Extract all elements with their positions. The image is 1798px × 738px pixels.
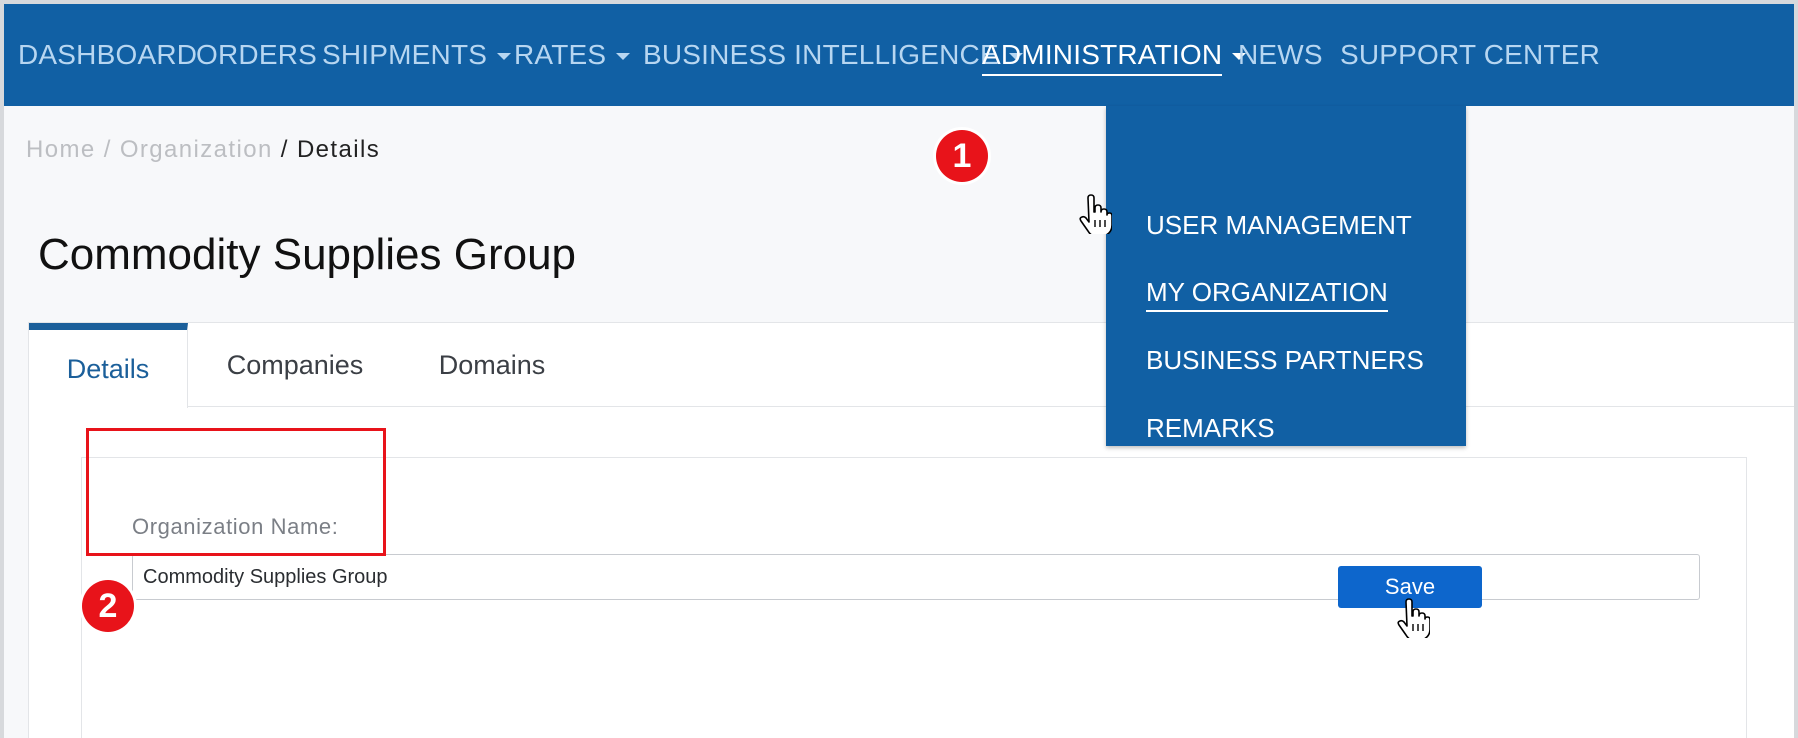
breadcrumb-current: Details [296, 136, 381, 163]
menu-item-label: REMARKS [1146, 412, 1275, 443]
nav-item-support-center[interactable]: SUPPORT CENTER [1340, 4, 1600, 106]
nav-label: ADMINISTRATION [982, 39, 1223, 76]
breadcrumb-separator: / [272, 136, 297, 163]
breadcrumb: Home / Organization / Details [26, 136, 380, 164]
nav-label: DASHBOARD [18, 39, 198, 70]
menu-item-documents-setup[interactable]: DOCUMENTS SETUP [1146, 476, 1407, 516]
menu-item-label: BUSINESS PARTNERS [1146, 344, 1424, 375]
hand-pointer-icon [1397, 598, 1430, 638]
tab-details[interactable]: Details [29, 323, 188, 408]
menu-item-label: USER MANAGEMENT [1146, 209, 1412, 240]
breadcrumb-separator: / [95, 136, 120, 163]
menu-item-remarks[interactable]: REMARKS [1146, 408, 1275, 448]
nav-label: SHIPMENTS [322, 39, 488, 70]
menu-item-label: MY ORGANIZATION [1146, 277, 1388, 312]
tab-companies[interactable]: Companies [189, 323, 401, 407]
administration-dropdown-menu: USER MANAGEMENT MY ORGANIZATION BUSINESS… [1106, 106, 1466, 511]
app-window: DASHBOARD ORDERS SHIPMENTS RATES BUSINES… [4, 4, 1794, 738]
tab-label: Domains [438, 349, 546, 380]
top-navigation-bar: DASHBOARD ORDERS SHIPMENTS RATES BUSINES… [4, 4, 1794, 106]
nav-label: RATES [514, 39, 607, 70]
chevron-down-icon [616, 52, 631, 60]
tab-domains[interactable]: Domains [401, 323, 583, 407]
step-badge-2: 2 [82, 580, 134, 632]
nav-label: ORDERS [196, 39, 317, 70]
breadcrumb-organization[interactable]: Organization [120, 136, 273, 163]
nav-item-shipments[interactable]: SHIPMENTS [322, 4, 512, 106]
breadcrumb-home[interactable]: Home [26, 136, 96, 163]
step-badge-1: 1 [936, 130, 988, 182]
nav-item-business-intelligence[interactable]: BUSINESS INTELLIGENCE [643, 4, 1023, 106]
nav-label: NEWS [1238, 39, 1323, 70]
annotation-highlight-box [86, 428, 386, 556]
hand-pointer-icon [1079, 194, 1112, 234]
nav-item-rates[interactable]: RATES [514, 4, 631, 106]
chevron-down-icon [497, 52, 512, 60]
nav-item-administration[interactable]: ADMINISTRATION [982, 4, 1247, 106]
menu-item-label: DOCUMENTS SETUP [1146, 480, 1408, 511]
page-title: Commodity Supplies Group [38, 230, 577, 279]
nav-item-news[interactable]: NEWS [1238, 4, 1323, 106]
nav-label: SUPPORT CENTER [1340, 39, 1601, 70]
menu-item-user-management[interactable]: USER MANAGEMENT [1146, 205, 1412, 245]
nav-item-orders[interactable]: ORDERS [196, 4, 317, 106]
nav-label: BUSINESS INTELLIGENCE [643, 39, 999, 70]
nav-item-dashboard[interactable]: DASHBOARD [18, 4, 197, 106]
tab-label: Companies [226, 349, 364, 380]
menu-item-my-organization[interactable]: MY ORGANIZATION [1146, 272, 1388, 312]
menu-item-business-partners[interactable]: BUSINESS PARTNERS [1146, 340, 1424, 380]
tab-label: Details [66, 353, 150, 384]
